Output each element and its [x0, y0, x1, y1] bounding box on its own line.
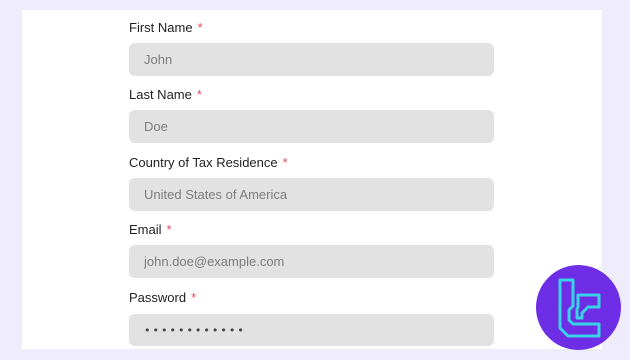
required-asterisk: * [197, 20, 203, 35]
required-asterisk: * [196, 87, 202, 102]
password-input[interactable] [129, 314, 494, 346]
last-name-label: Last Name * [129, 87, 202, 102]
required-asterisk: * [282, 155, 288, 170]
first-name-input[interactable] [129, 43, 494, 76]
country-input[interactable] [129, 178, 494, 211]
last-name-input[interactable] [129, 110, 494, 143]
country-label: Country of Tax Residence * [129, 155, 288, 170]
first-name-label: First Name * [129, 20, 203, 35]
required-asterisk: * [191, 290, 197, 305]
first-name-field: First Name * [129, 19, 494, 76]
required-asterisk: * [166, 222, 172, 237]
last-name-field: Last Name * [129, 86, 494, 143]
email-label: Email * [129, 222, 172, 237]
password-label: Password * [129, 290, 197, 305]
password-field: Password * [129, 289, 494, 346]
brand-logo-icon [536, 265, 621, 350]
country-field: Country of Tax Residence * [129, 154, 494, 211]
email-field: Email * [129, 221, 494, 278]
email-input[interactable] [129, 245, 494, 278]
